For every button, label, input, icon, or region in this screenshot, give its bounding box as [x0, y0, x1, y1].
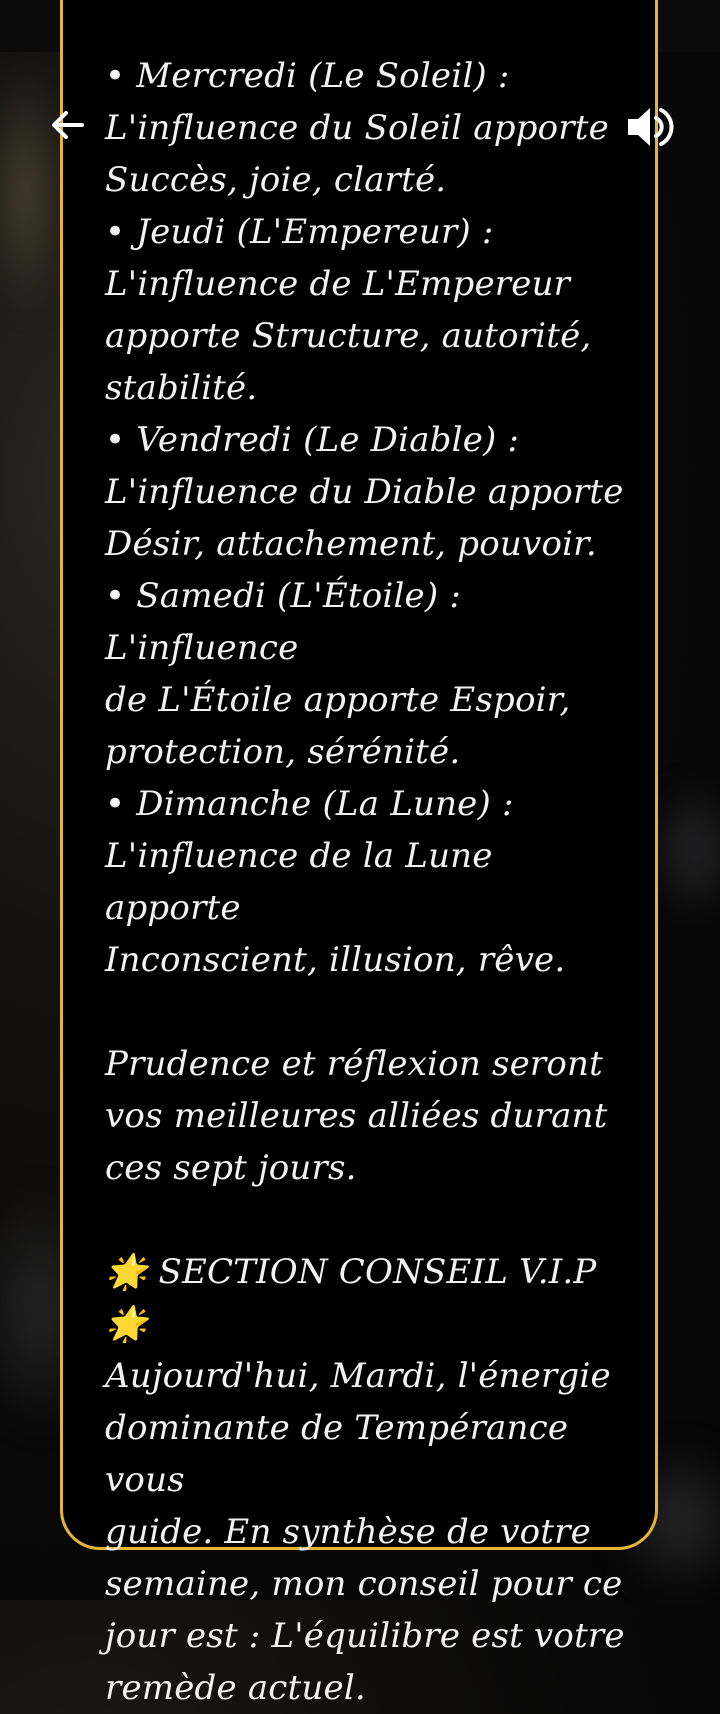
reading-text: • Mercredi (Le Soleil) : L'influence du …: [105, 56, 625, 1708]
reading-card[interactable]: • Mercredi (Le Soleil) : L'influence du …: [60, 0, 658, 1708]
background-candle-glow: [0, 60, 60, 320]
sound-toggle-button[interactable]: [624, 100, 678, 154]
arrow-left-icon: [52, 111, 84, 139]
background-orb: [650, 780, 720, 920]
speaker-volume-icon: [628, 108, 674, 146]
back-button[interactable]: [46, 103, 90, 147]
